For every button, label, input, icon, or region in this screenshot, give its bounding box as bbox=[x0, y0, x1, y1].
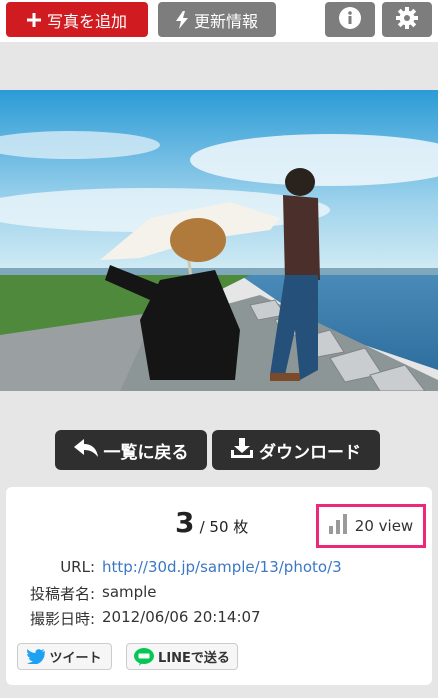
settings-button[interactable] bbox=[382, 2, 432, 37]
photo-counter: 3 / 50 枚 bbox=[175, 506, 248, 539]
twitter-bird-icon bbox=[27, 649, 46, 664]
line-icon bbox=[134, 647, 155, 666]
back-to-list-label: 一覧に戻る bbox=[103, 442, 189, 463]
add-photo-button[interactable]: 写真を追加 bbox=[6, 2, 148, 37]
view-count-badge: 20 view bbox=[316, 504, 426, 548]
url-label: URL: bbox=[60, 558, 95, 576]
back-to-list-button[interactable]: 一覧に戻る bbox=[55, 430, 207, 470]
main-photo bbox=[0, 90, 438, 391]
tweet-button[interactable]: ツイート bbox=[17, 643, 112, 670]
line-send-button[interactable]: LINEで送る bbox=[126, 643, 238, 670]
photo-index: 3 bbox=[175, 506, 195, 539]
info-icon bbox=[339, 6, 361, 33]
date-row: 撮影日時: 2012/06/06 20:14:07 bbox=[0, 608, 438, 629]
gear-icon bbox=[396, 6, 418, 33]
date-label: 撮影日時: bbox=[29, 610, 95, 628]
top-toolbar: 写真を追加 更新情報 bbox=[0, 0, 438, 42]
bar-chart-icon bbox=[328, 514, 355, 538]
tweet-label: ツイート bbox=[49, 651, 102, 666]
poster-label: 投稿者名: bbox=[29, 585, 95, 603]
download-button[interactable]: ダウンロード bbox=[212, 430, 380, 470]
lightning-icon bbox=[175, 10, 188, 29]
poster-row: 投稿者名: sample bbox=[0, 583, 438, 604]
url-row: URL: http://30d.jp/sample/13/photo/3 bbox=[0, 558, 438, 576]
photo-total: / 50 枚 bbox=[199, 518, 249, 536]
add-photo-label: 写真を追加 bbox=[46, 11, 127, 31]
updates-label: 更新情報 bbox=[193, 11, 258, 31]
view-count: 20 view bbox=[354, 517, 414, 535]
plus-icon bbox=[26, 12, 41, 27]
photo-url-link[interactable]: http://30d.jp/sample/13/photo/3 bbox=[102, 558, 342, 576]
info-button[interactable] bbox=[325, 2, 375, 37]
download-icon bbox=[231, 437, 259, 463]
line-send-label: LINEで送る bbox=[158, 651, 230, 666]
poster-name: sample bbox=[102, 583, 157, 601]
back-arrow-icon bbox=[73, 438, 104, 462]
updates-button[interactable]: 更新情報 bbox=[158, 2, 276, 37]
download-label: ダウンロード bbox=[259, 442, 361, 463]
shot-date: 2012/06/06 20:14:07 bbox=[102, 608, 261, 626]
